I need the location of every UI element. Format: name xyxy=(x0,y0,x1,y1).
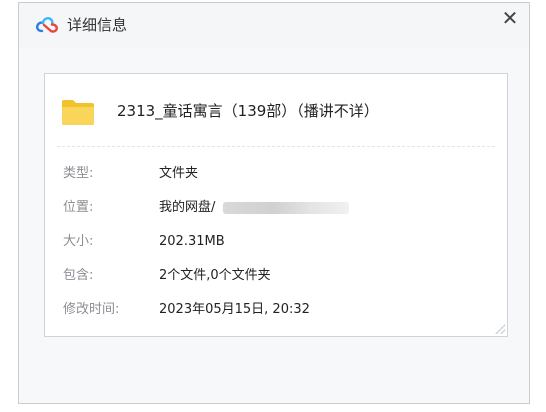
property-row-location: 位置: 我的网盘/ xyxy=(45,198,507,232)
file-details-dialog: 详细信息 ✕ 2313_童话寓言（139部）（播讲不详） 类型: 文件夹 位置:… xyxy=(18,2,530,404)
property-row-type: 类型: 文件夹 xyxy=(45,164,507,198)
properties-list: 类型: 文件夹 位置: 我的网盘/ 大小: 202.31MB 包含: 2个文件,… xyxy=(45,164,507,334)
redacted-path xyxy=(223,202,349,214)
divider xyxy=(57,146,495,147)
property-row-size: 大小: 202.31MB xyxy=(45,232,507,266)
property-row-modified: 修改时间: 2023年05月15日, 20:32 xyxy=(45,300,507,334)
folder-icon xyxy=(62,100,94,125)
property-row-contains: 包含: 2个文件,0个文件夹 xyxy=(45,266,507,300)
close-button[interactable]: ✕ xyxy=(499,7,521,29)
file-header: 2313_童话寓言（139部）（播讲不详） xyxy=(45,74,507,144)
property-value: 文件夹 xyxy=(159,166,199,181)
property-label: 包含: xyxy=(63,268,94,283)
property-label: 大小: xyxy=(63,234,94,249)
location-link[interactable]: 我的网盘/ xyxy=(159,198,215,218)
details-card: 2313_童话寓言（139部）（播讲不详） 类型: 文件夹 位置: 我的网盘/ … xyxy=(44,73,508,337)
property-label: 位置: xyxy=(63,200,94,215)
property-value: 202.31MB xyxy=(159,234,225,249)
property-label: 类型: xyxy=(63,166,94,181)
resize-grip[interactable] xyxy=(495,324,505,334)
property-value: 2个文件,0个文件夹 xyxy=(159,268,271,283)
file-name: 2313_童话寓言（139部）（播讲不详） xyxy=(117,102,379,120)
dialog-title: 详细信息 xyxy=(67,16,128,34)
property-label: 修改时间: xyxy=(63,302,120,317)
baidu-netdisk-cloud-icon xyxy=(36,17,58,33)
title-bar: 详细信息 ✕ xyxy=(19,3,529,49)
property-value: 2023年05月15日, 20:32 xyxy=(159,302,310,317)
